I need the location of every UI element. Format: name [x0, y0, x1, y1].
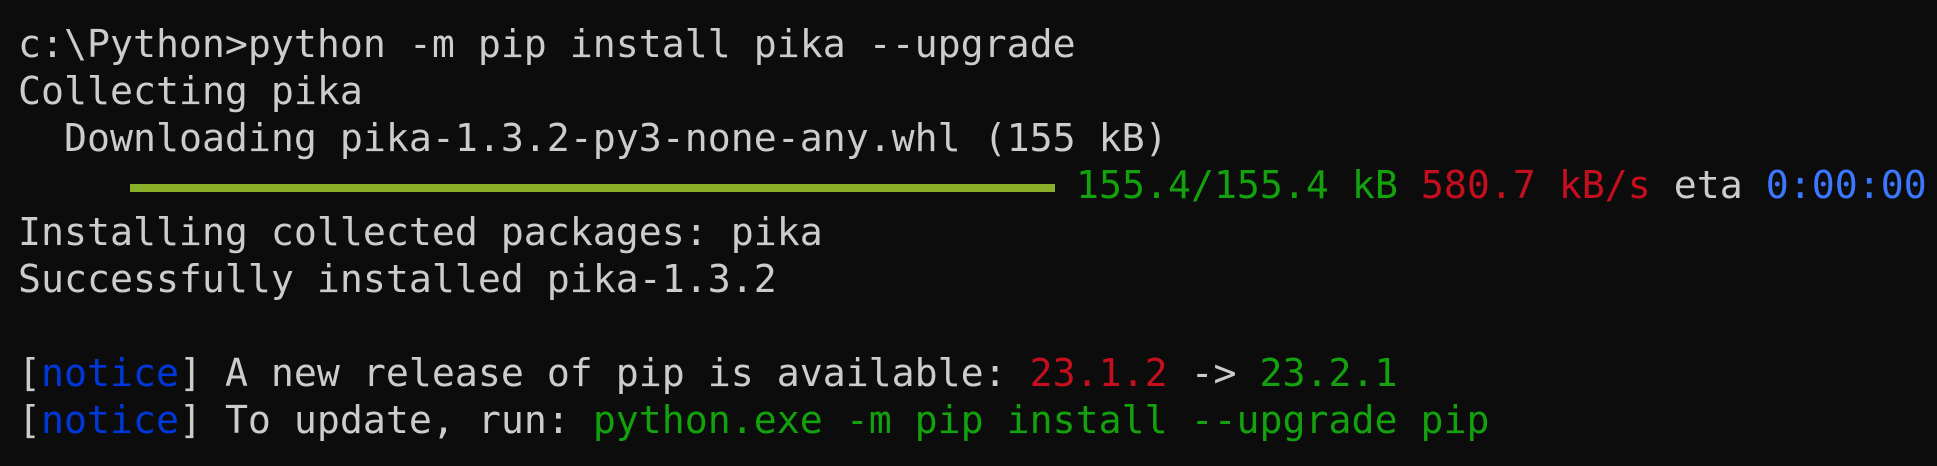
installing-line: Installing collected packages: pika [18, 211, 823, 255]
version-arrow: -> [1167, 352, 1260, 396]
downloading-line: Downloading pika-1.3.2-py3-none-any.whl … [64, 117, 1168, 161]
notice-text: To update, run: [201, 399, 593, 443]
notice-line-release: [notice] A new release of pip is availab… [18, 351, 1398, 398]
progress-eta-value: 0:00:00 [1765, 164, 1927, 208]
prompt: c:\Python> [18, 23, 248, 67]
command-text: python -m pip install pika --upgrade [247, 23, 1076, 67]
new-version: 23.2.1 [1259, 352, 1398, 396]
progress-bar-fill [130, 184, 1055, 192]
progress-eta-label: eta [1673, 164, 1743, 208]
notice-close-bracket: ] [178, 399, 202, 443]
collecting-line: Collecting pika [18, 70, 363, 114]
notice-tag: notice [41, 352, 179, 396]
old-version: 23.1.2 [1029, 352, 1168, 396]
success-line: Successfully installed pika-1.3.2 [18, 258, 777, 302]
update-command: python.exe -m pip install --upgrade pip [592, 399, 1490, 443]
progress-speed: 580.7 kB/s [1420, 164, 1651, 208]
progress-size: 155.4/155.4 kB [1076, 164, 1398, 208]
command-line: c:\Python>python -m pip install pika --u… [18, 22, 1076, 69]
progress-stats: 155.4/155.4 kB 580.7 kB/s eta 0:00:00 [1076, 163, 1927, 210]
terminal-window[interactable]: c:\Python>python -m pip install pika --u… [0, 0, 1937, 466]
progress-bar [130, 184, 1055, 192]
notice-text: A new release of pip is available: [201, 352, 1030, 396]
progress-line: 155.4/155.4 kB 580.7 kB/s eta 0:00:00 [0, 163, 1937, 210]
notice-open-bracket: [ [18, 399, 41, 443]
notice-close-bracket: ] [178, 352, 202, 396]
notice-tag: notice [41, 399, 179, 443]
notice-line-update: [notice] To update, run: python.exe -m p… [18, 398, 1489, 445]
notice-open-bracket: [ [18, 352, 41, 396]
